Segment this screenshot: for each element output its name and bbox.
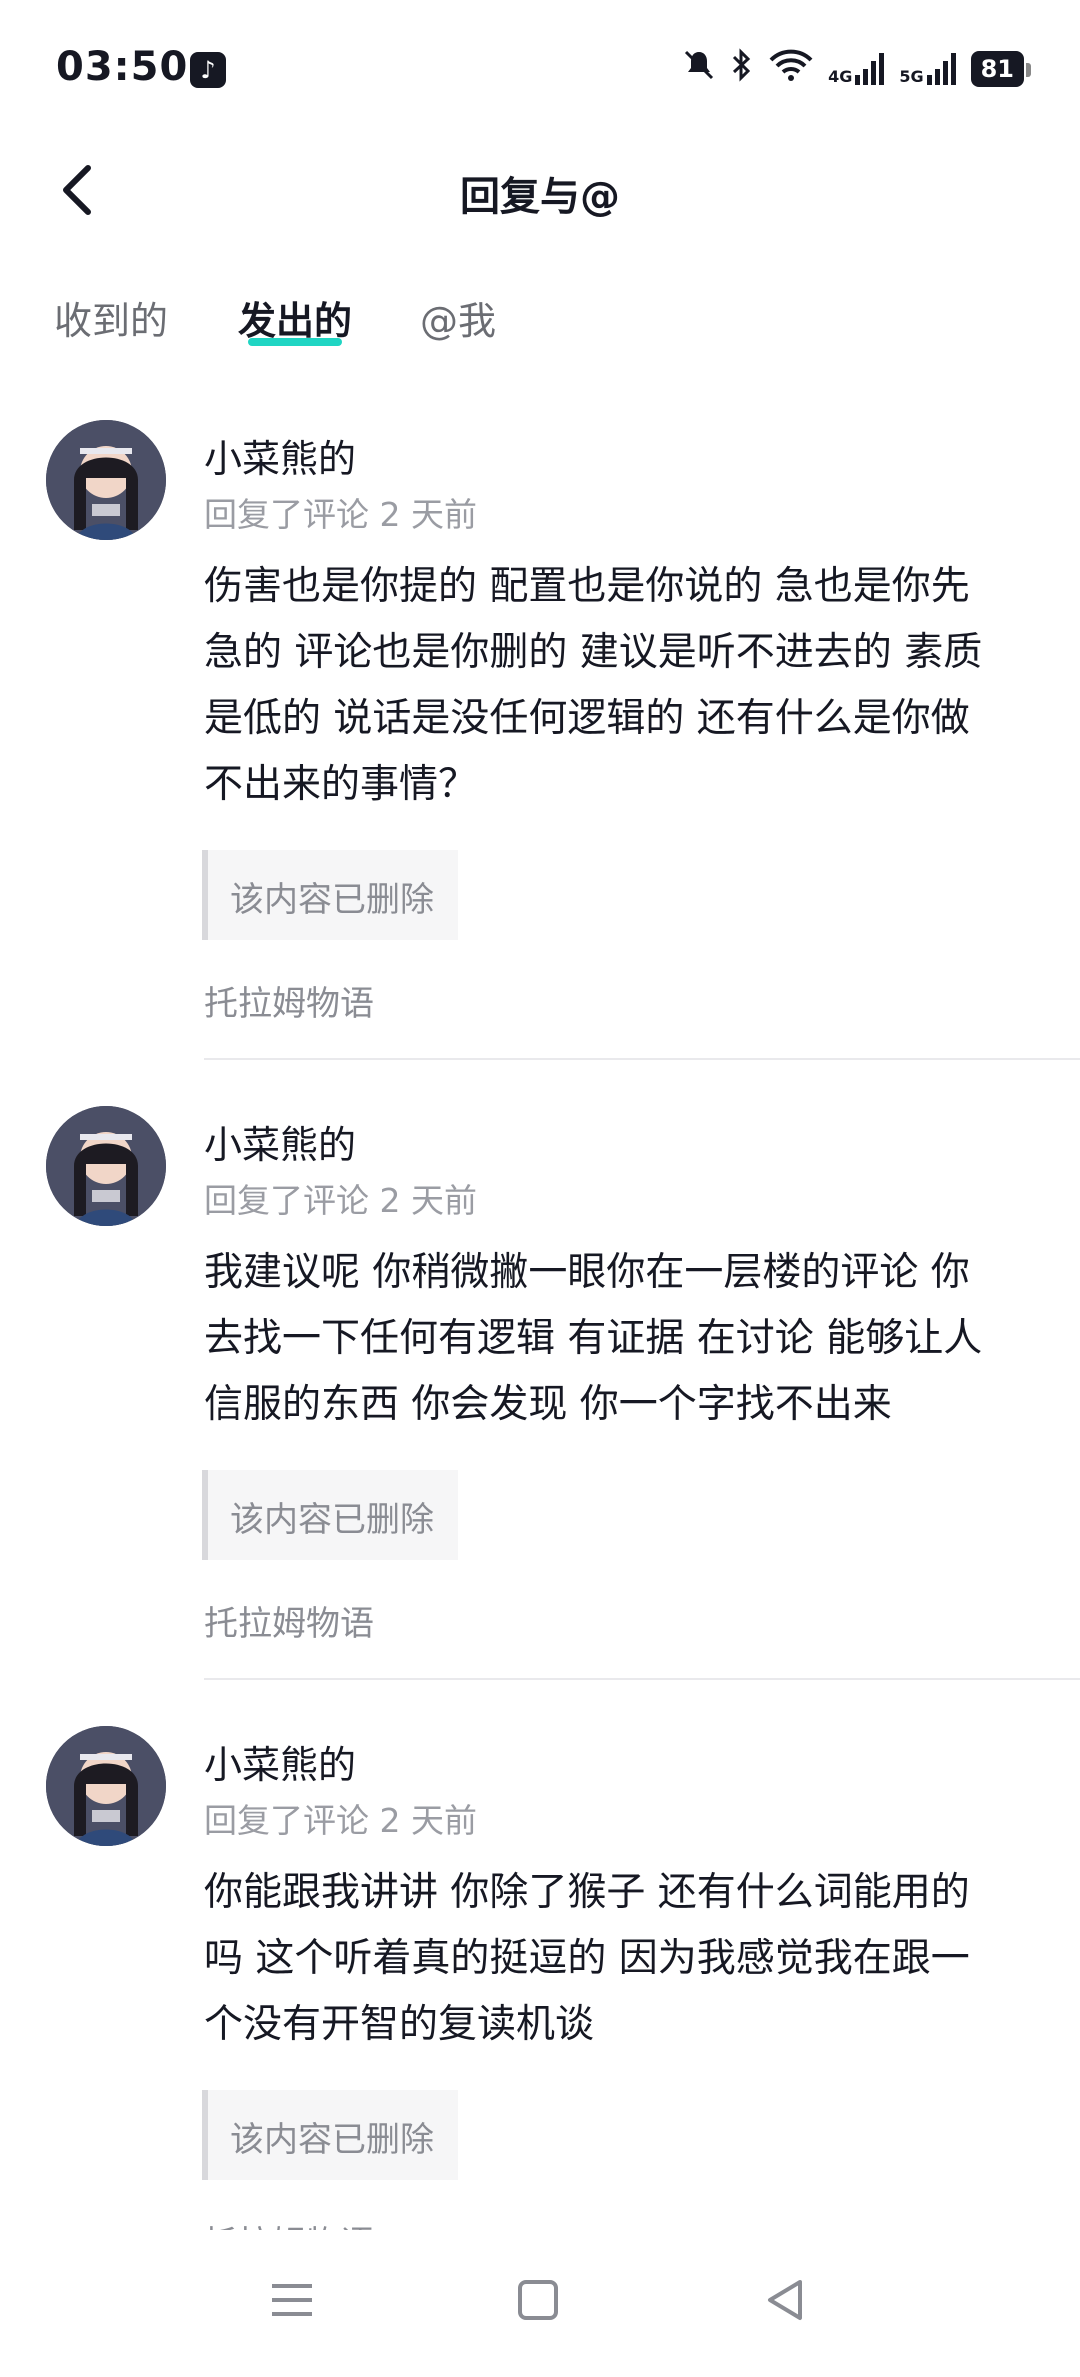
- video-source-label[interactable]: 托拉姆物语: [204, 976, 374, 1025]
- comment-meta: 回复了评论 2 天前: [204, 1181, 477, 1220]
- signal-5g-icon: 5G: [899, 52, 956, 85]
- comment-text: 伤害也是你提的 配置也是你说的 急也是你先 急的 评论也是你删的 建议是听不进去…: [204, 554, 1034, 818]
- triangle-back-icon: [768, 2280, 802, 2320]
- comment-meta: 回复了评论 2 天前: [204, 495, 477, 534]
- system-nav-bar: [0, 2230, 1080, 2377]
- comment-line: 不出来的事情？: [204, 762, 478, 807]
- wifi-icon: [768, 48, 814, 89]
- tiktok-notification-icon: ♪: [190, 52, 226, 88]
- tab-received[interactable]: 收到的: [54, 290, 168, 345]
- page-title: 回复与@: [460, 174, 620, 220]
- tab-bar: 收到的 发出的 @我: [0, 290, 1080, 360]
- video-source-label[interactable]: 托拉姆物语: [204, 1596, 374, 1645]
- comment-text: 我建议呢 你稍微撇一眼你在一层楼的评论 你 去找一下任何有逻辑 有证据 在讨论 …: [204, 1240, 1034, 1438]
- quoted-comment-text: 该内容已删除: [230, 2120, 434, 2160]
- battery-indicator: 81: [970, 50, 1032, 87]
- comment-text: 你能跟我讲讲 你除了猴子 还有什么词能用的 吗 这个听着真的挺逗的 因为我感觉我…: [204, 1860, 1034, 2058]
- tab-sent[interactable]: 发出的: [238, 290, 353, 346]
- tab-mentions[interactable]: @我: [420, 290, 496, 345]
- status-bar: 03:50 ♪ 4G 5G 81: [0, 0, 1080, 140]
- comment-username[interactable]: 小菜熊的: [204, 1734, 356, 1789]
- avatar[interactable]: [46, 420, 166, 540]
- quoted-comment-text: 该内容已删除: [230, 880, 434, 920]
- quoted-comment[interactable]: 该内容已删除: [202, 1470, 458, 1560]
- comment-line: 我建议呢 你稍微撇一眼你在一层楼的评论 你: [204, 1250, 970, 1295]
- home-button[interactable]: [508, 2270, 568, 2330]
- divider: [204, 1678, 1080, 1680]
- comment-line: 伤害也是你提的 配置也是你说的 急也是你先: [204, 564, 970, 609]
- comment-line: 是低的 说话是没任何逻辑的 还有什么是你做: [204, 696, 970, 741]
- comment-username[interactable]: 小菜熊的: [204, 428, 356, 483]
- comment-line: 去找一下任何有逻辑 有证据 在讨论 能够让人: [204, 1316, 983, 1361]
- quoted-comment-text: 该内容已删除: [230, 1500, 434, 1540]
- divider: [204, 1058, 1080, 1060]
- comment-line: 你能跟我讲讲 你除了猴子 还有什么词能用的: [204, 1870, 970, 1915]
- avatar[interactable]: [46, 1726, 166, 1846]
- avatar[interactable]: [46, 1106, 166, 1226]
- quoted-comment[interactable]: 该内容已删除: [202, 850, 458, 940]
- mute-bell-icon: [682, 48, 716, 89]
- signal-4g-icon: 4G: [828, 52, 885, 85]
- comment-line: 急的 评论也是你删的 建议是听不进去的 素质: [204, 630, 983, 675]
- comment-line: 吗 这个听着真的挺逗的 因为我感觉我在跟一: [204, 1936, 970, 1981]
- recent-apps-button[interactable]: [262, 2270, 322, 2330]
- status-time: 03:50: [56, 44, 189, 90]
- quoted-comment[interactable]: 该内容已删除: [202, 2090, 458, 2180]
- square-icon: [518, 2280, 558, 2320]
- back-nav-button[interactable]: [756, 2270, 816, 2330]
- bluetooth-icon: [730, 48, 754, 89]
- status-icons: 4G 5G 81: [682, 48, 1032, 89]
- comment-username[interactable]: 小菜熊的: [204, 1114, 356, 1169]
- menu-icon: [272, 2284, 312, 2316]
- comment-meta: 回复了评论 2 天前: [204, 1801, 477, 1840]
- comment-line: 个没有开智的复读机谈: [204, 2002, 595, 2047]
- page-header: 回复与@: [0, 150, 1080, 230]
- tab-sent-label: 发出的: [238, 299, 353, 343]
- comment-line: 信服的东西 你会发现 你一个字找不出来: [204, 1382, 892, 1427]
